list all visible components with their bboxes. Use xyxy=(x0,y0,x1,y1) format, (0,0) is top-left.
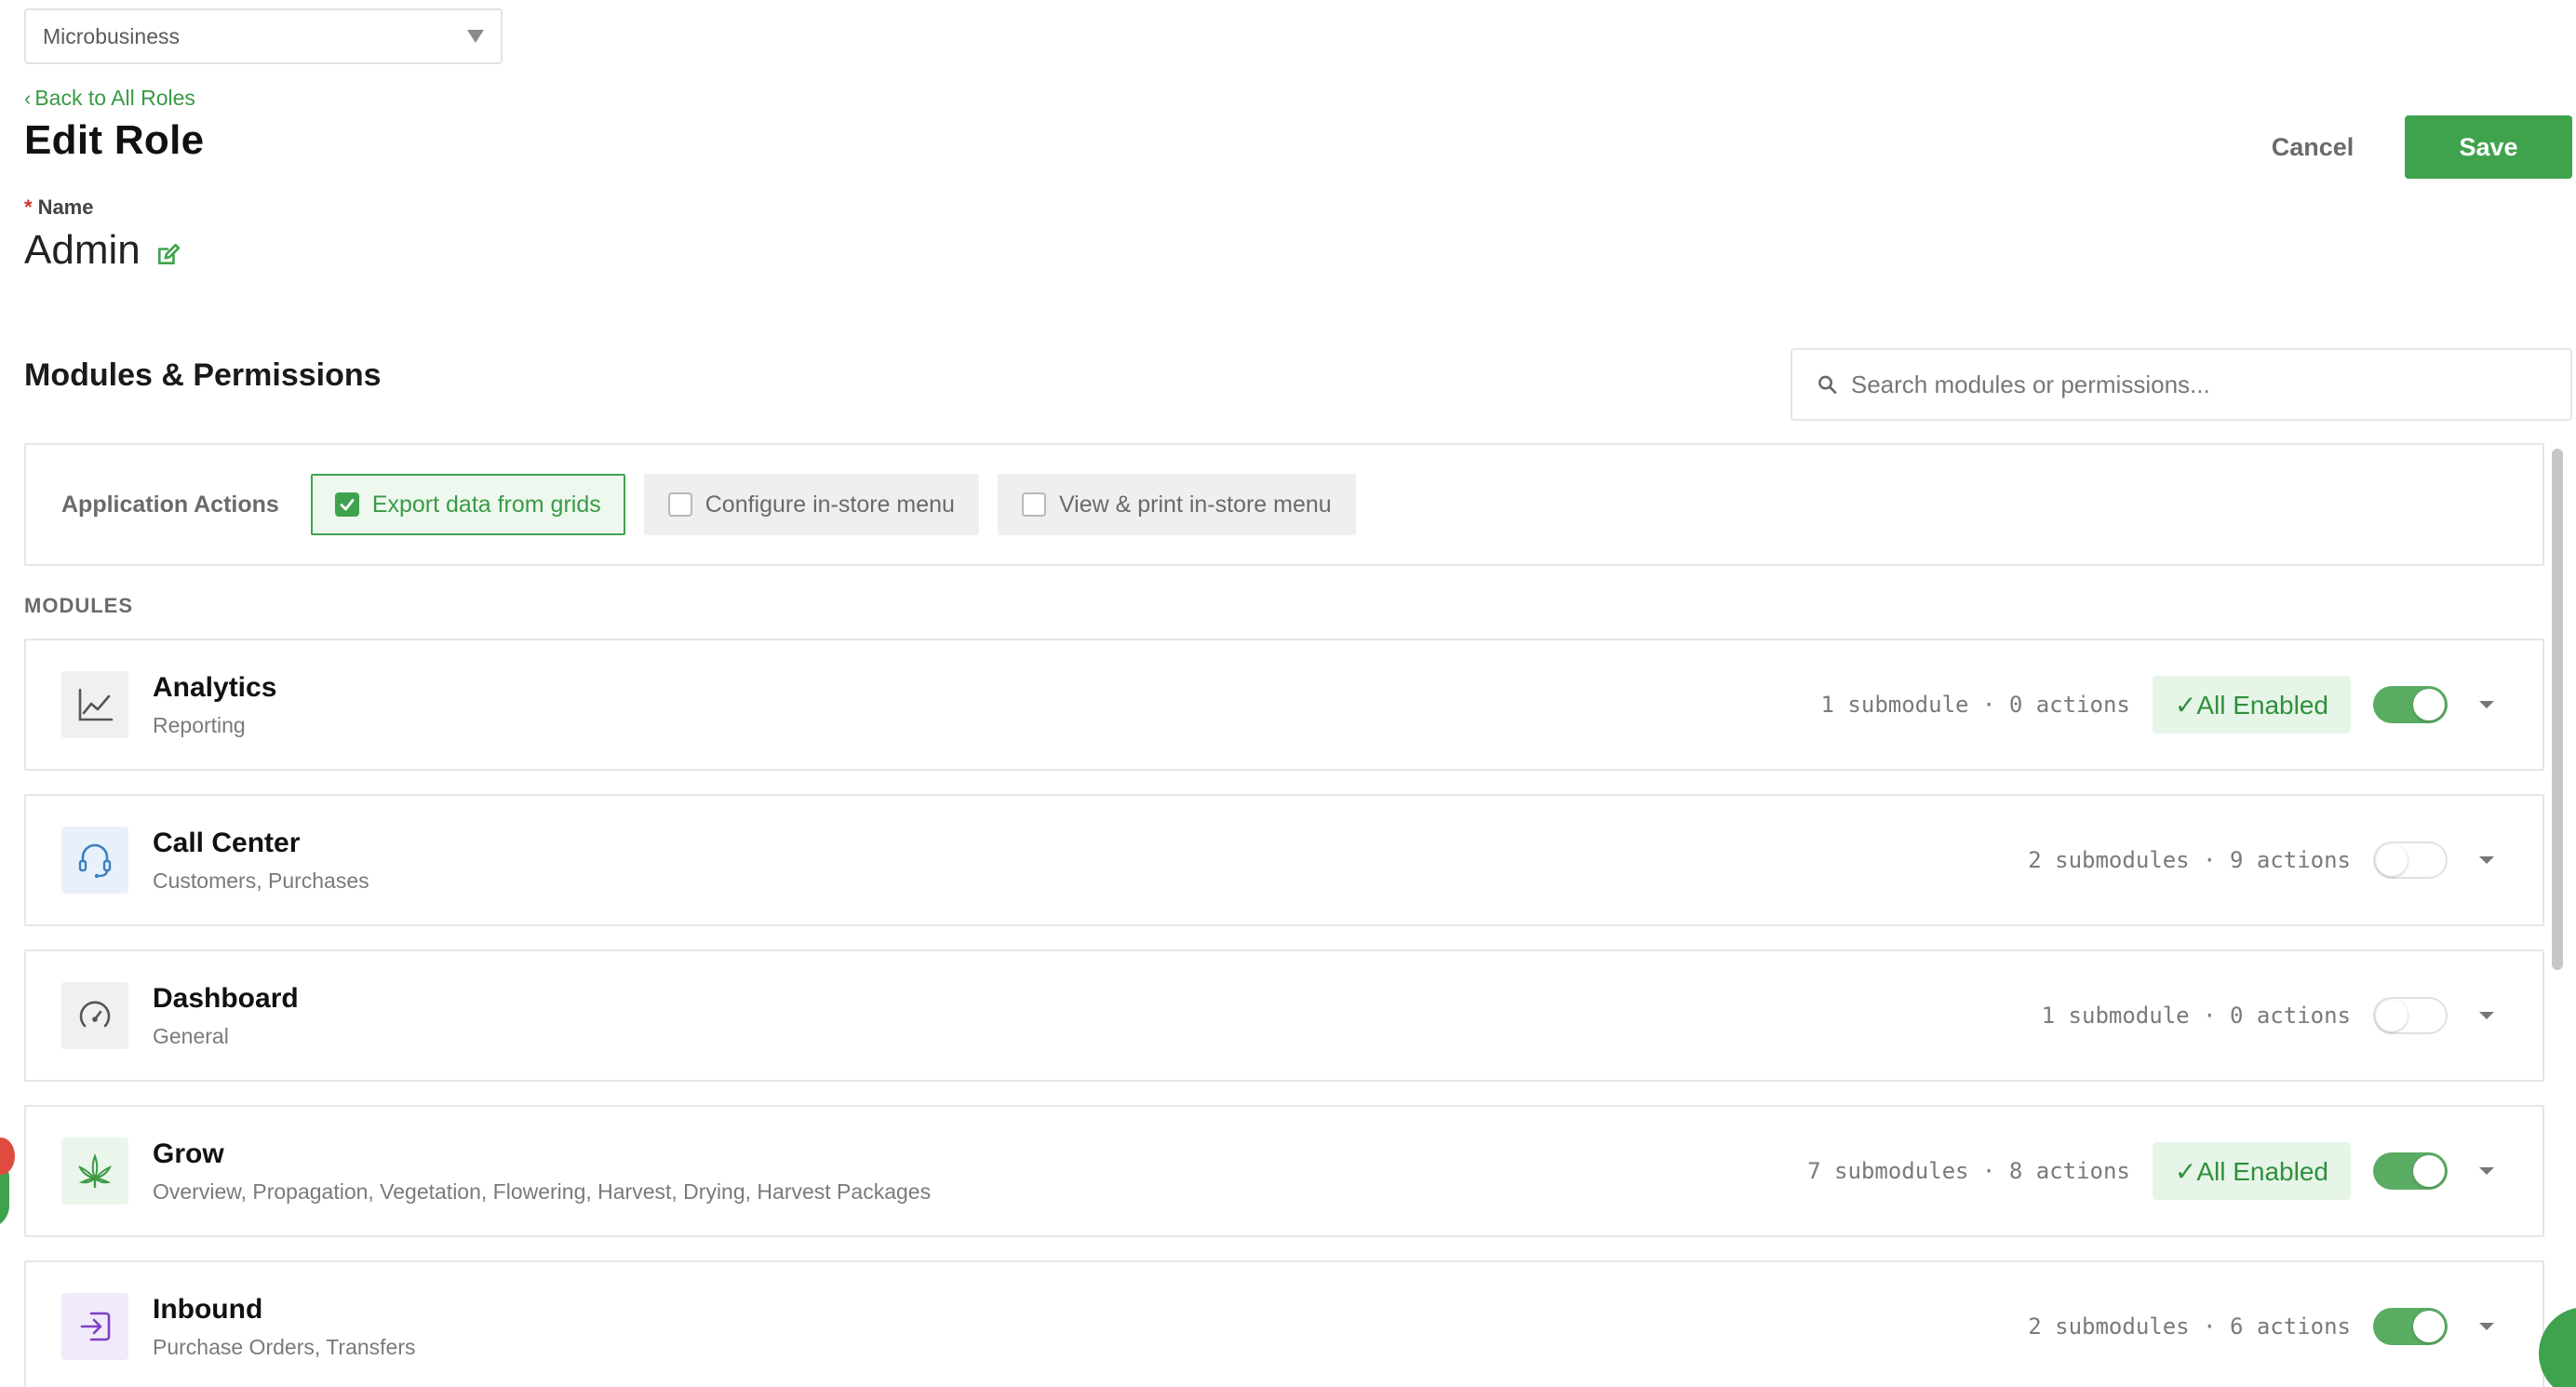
module-count: 2 submodules · 6 actions xyxy=(2028,1313,2351,1340)
checkbox-empty-icon xyxy=(1021,492,1046,517)
action-label: View & print in-store menu xyxy=(1058,491,1332,518)
business-select[interactable]: Microbusiness xyxy=(24,8,503,64)
modules-permissions-title: Modules & Permissions xyxy=(24,357,382,393)
caret-down-icon[interactable] xyxy=(2479,1167,2494,1175)
search-input[interactable] xyxy=(1850,370,2546,399)
module-name: Call Center xyxy=(153,827,301,858)
notification-dot xyxy=(0,1138,15,1175)
edit-icon[interactable] xyxy=(155,243,180,267)
sign-in-icon xyxy=(61,1293,128,1360)
action-view-print-menu[interactable]: View & print in-store menu xyxy=(997,474,1356,535)
role-name-value: Admin xyxy=(24,227,141,273)
module-count: 1 submodule · 0 actions xyxy=(2041,1003,2351,1029)
module-submodules: Customers, Purchases xyxy=(153,868,369,893)
module-count: 1 submodule · 0 actions xyxy=(1820,692,2130,718)
chart-line-icon xyxy=(61,671,128,738)
scrollbar[interactable] xyxy=(2550,443,2565,1387)
business-select-value: Microbusiness xyxy=(43,23,180,48)
search-box xyxy=(1791,348,2572,421)
all-enabled-badge: ✓All Enabled xyxy=(2152,676,2351,734)
module-toggle[interactable] xyxy=(2373,686,2448,723)
caret-down-icon xyxy=(467,30,484,43)
action-label: Export data from grids xyxy=(371,491,601,518)
module-toggle[interactable] xyxy=(2373,997,2448,1034)
module-name: Dashboard xyxy=(153,982,299,1014)
application-actions-label: Application Actions xyxy=(61,491,279,518)
back-link-label: Back to All Roles xyxy=(34,86,195,110)
module-count: 2 submodules · 9 actions xyxy=(2028,847,2351,873)
module-row-inbound[interactable]: Inbound Purchase Orders, Transfers 2 sub… xyxy=(24,1260,2544,1387)
cannabis-leaf-icon xyxy=(61,1138,128,1205)
back-to-roles-link[interactable]: ‹ Back to All Roles xyxy=(24,86,195,111)
module-submodules: General xyxy=(153,1023,229,1048)
scrollbar-thumb[interactable] xyxy=(2552,449,2563,970)
module-toggle[interactable] xyxy=(2373,1308,2448,1345)
action-configure-menu[interactable]: Configure in-store menu xyxy=(643,474,979,535)
chevron-left-icon: ‹ xyxy=(24,86,32,110)
caret-down-icon[interactable] xyxy=(2479,701,2494,708)
caret-down-icon[interactable] xyxy=(2479,1012,2494,1019)
caret-down-icon[interactable] xyxy=(2479,1323,2494,1330)
module-name: Inbound xyxy=(153,1293,263,1325)
module-toggle[interactable] xyxy=(2373,842,2448,879)
application-actions-panel: Application Actions Export data from gri… xyxy=(24,443,2544,566)
all-enabled-badge: ✓All Enabled xyxy=(2152,1142,2351,1200)
search-icon xyxy=(1818,375,1837,394)
module-submodules: Overview, Propagation, Vegetation, Flowe… xyxy=(153,1178,932,1204)
caret-down-icon[interactable] xyxy=(2479,856,2494,864)
cancel-button[interactable]: Cancel xyxy=(2252,115,2373,179)
headset-icon xyxy=(61,827,128,894)
module-submodules: Purchase Orders, Transfers xyxy=(153,1334,416,1359)
module-row-analytics[interactable]: Analytics Reporting 1 submodule · 0 acti… xyxy=(24,639,2544,771)
checkbox-checked-icon xyxy=(334,492,359,517)
module-name: Analytics xyxy=(153,671,277,703)
name-label: * Name xyxy=(24,195,93,220)
page-title: Edit Role xyxy=(24,117,205,163)
gauge-icon xyxy=(61,982,128,1049)
module-count: 7 submodules · 8 actions xyxy=(1807,1158,2130,1184)
module-row-call-center[interactable]: Call Center Customers, Purchases 2 submo… xyxy=(24,794,2544,926)
modules-heading: MODULES xyxy=(24,594,133,617)
module-submodules: Reporting xyxy=(153,712,246,737)
module-row-grow[interactable]: Grow Overview, Propagation, Vegetation, … xyxy=(24,1105,2544,1237)
required-mark: * xyxy=(24,195,33,219)
module-toggle[interactable] xyxy=(2373,1152,2448,1190)
module-name: Grow xyxy=(153,1138,224,1169)
module-row-dashboard[interactable]: Dashboard General 1 submodule · 0 action… xyxy=(24,949,2544,1082)
name-label-text: Name xyxy=(37,195,94,219)
role-name: Admin xyxy=(24,227,180,274)
checkbox-empty-icon xyxy=(667,492,692,517)
chat-button[interactable] xyxy=(2539,1307,2576,1387)
action-label: Configure in-store menu xyxy=(704,491,955,518)
save-button[interactable]: Save xyxy=(2405,115,2572,179)
action-export-data[interactable]: Export data from grids xyxy=(310,474,625,535)
